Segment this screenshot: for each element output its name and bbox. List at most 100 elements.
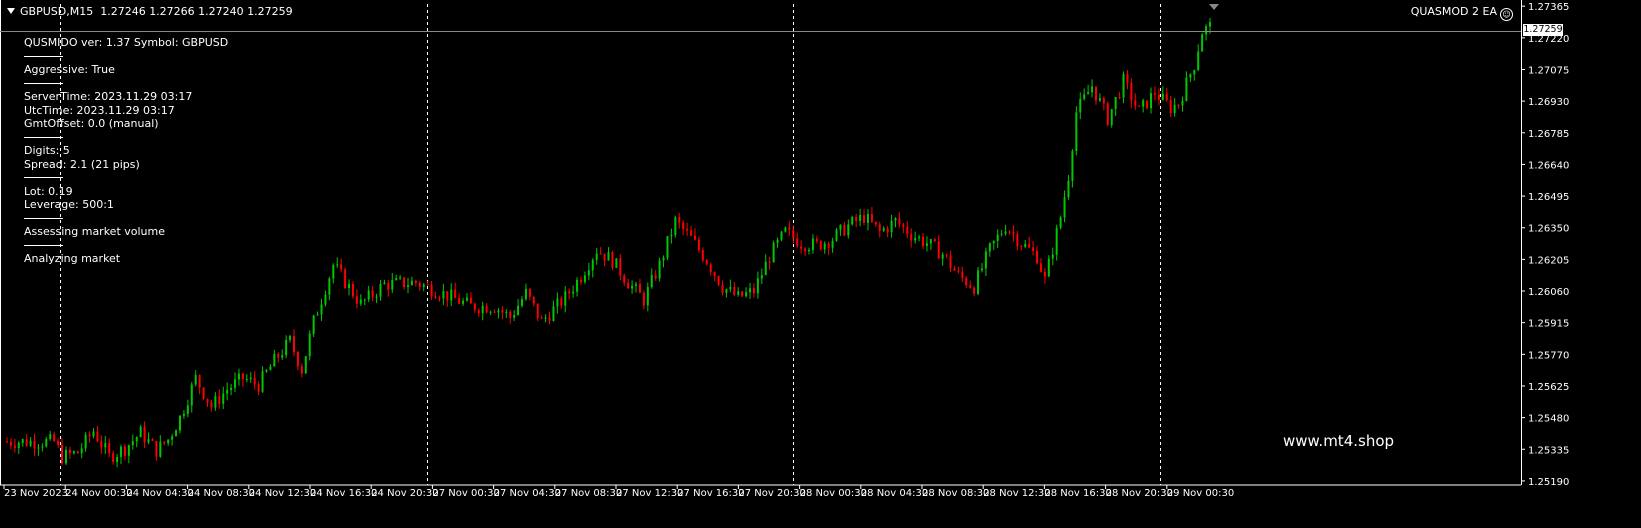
candle-body bbox=[945, 254, 948, 256]
candle-body bbox=[304, 356, 307, 374]
bull-candle bbox=[281, 349, 284, 360]
bear-candle bbox=[53, 431, 56, 443]
candle-body bbox=[1165, 93, 1168, 101]
bull-candle bbox=[808, 247, 810, 255]
bull-candle bbox=[190, 381, 193, 413]
axes: 1.273651.272201.270751.269301.267851.266… bbox=[0, 0, 1569, 499]
bear-candle bbox=[686, 222, 689, 237]
bear-candle bbox=[878, 221, 881, 238]
candle-body bbox=[477, 310, 480, 314]
candle-body bbox=[560, 298, 563, 306]
candle-body bbox=[568, 291, 571, 294]
bull-candle bbox=[1059, 215, 1062, 230]
bear-candle bbox=[1134, 93, 1137, 110]
bull-candle bbox=[918, 234, 921, 242]
time-tick-label: 24 Nov 00:30 bbox=[65, 488, 132, 499]
bear-candle bbox=[532, 296, 535, 307]
candle-body bbox=[1024, 243, 1027, 247]
candle-body bbox=[866, 214, 869, 223]
bull-candle bbox=[1000, 229, 1003, 237]
candle-body bbox=[112, 453, 115, 462]
candle-body bbox=[1197, 51, 1200, 71]
bull-candle bbox=[80, 443, 83, 459]
candle-body bbox=[273, 353, 276, 367]
bear-candle bbox=[886, 226, 889, 238]
candle-body bbox=[1094, 86, 1097, 101]
candle-body bbox=[210, 402, 213, 408]
bear-candle bbox=[108, 438, 111, 458]
bear-candle bbox=[371, 286, 374, 302]
smiley-icon[interactable]: ☺ bbox=[1500, 8, 1513, 21]
candle-body bbox=[1083, 94, 1086, 99]
bear-candle bbox=[1020, 245, 1023, 251]
bear-candle bbox=[815, 235, 818, 244]
bear-candle bbox=[961, 266, 964, 282]
candle-body bbox=[454, 289, 457, 298]
info-line: Aggressive: True bbox=[24, 63, 115, 76]
candle-body bbox=[894, 218, 897, 221]
candle-body bbox=[410, 280, 413, 286]
bull-candle bbox=[21, 438, 24, 447]
bear-candle bbox=[638, 278, 641, 293]
bear-candle bbox=[902, 222, 905, 234]
bear-candle bbox=[218, 389, 221, 409]
bear-candle bbox=[933, 237, 936, 243]
expert-advisor-label[interactable]: QUASMOD 2 EA ☺ bbox=[1411, 5, 1513, 21]
bear-candle bbox=[937, 235, 940, 259]
bull-candle bbox=[607, 247, 610, 261]
bull-candle bbox=[450, 283, 453, 307]
bear-candle bbox=[788, 221, 791, 236]
bull-candle bbox=[670, 228, 673, 244]
bear-candle bbox=[155, 440, 158, 461]
candle-body bbox=[1004, 231, 1007, 234]
candle-body bbox=[257, 384, 260, 392]
bull-candle bbox=[312, 314, 315, 337]
bear-candle bbox=[741, 290, 744, 298]
time-tick-label: 27 Nov 00:30 bbox=[432, 488, 499, 499]
bull-candle bbox=[1181, 96, 1184, 112]
bull-candle bbox=[222, 386, 225, 409]
bull-candle bbox=[1173, 97, 1176, 117]
chart-area[interactable]: 1.27365 1.27220 1.27075 1.26930 1.26785 1.266… bbox=[0, 0, 1641, 528]
bull-candle bbox=[159, 435, 162, 458]
candle-body bbox=[1157, 94, 1160, 100]
candle-body bbox=[784, 227, 787, 232]
candle-body bbox=[84, 434, 87, 449]
price-tick-label: 1.26930 bbox=[1528, 97, 1569, 108]
candle-body bbox=[1071, 151, 1074, 181]
dropdown-triangle-icon[interactable] bbox=[7, 8, 15, 14]
bear-candle bbox=[206, 398, 209, 408]
candle-body bbox=[906, 226, 909, 235]
bear-candle bbox=[693, 228, 696, 241]
candle-body bbox=[64, 449, 67, 464]
candle-body bbox=[76, 451, 79, 454]
candle-body bbox=[1138, 105, 1141, 107]
candle-body bbox=[375, 296, 378, 298]
bear-candle bbox=[123, 443, 126, 461]
candle-body bbox=[1126, 74, 1129, 83]
bull-candle bbox=[237, 368, 240, 386]
candle-body bbox=[572, 291, 575, 294]
candle-body bbox=[450, 289, 453, 301]
candle-body bbox=[1039, 263, 1042, 272]
bull-candle bbox=[182, 410, 185, 419]
candle-body bbox=[984, 251, 987, 269]
candle-body bbox=[1118, 97, 1121, 99]
candle-body bbox=[1047, 258, 1050, 277]
bull-candle bbox=[497, 307, 500, 319]
candlestick-chart: 1.273651.272201.270751.269301.267851.266… bbox=[0, 0, 1569, 499]
bear-candle bbox=[548, 311, 551, 325]
candle-body bbox=[544, 317, 547, 319]
symbol-header[interactable]: GBPUSD,M15 1.27246 1.27266 1.27240 1.272… bbox=[7, 5, 293, 18]
bear-candle bbox=[568, 288, 571, 300]
bear-candle bbox=[473, 302, 476, 313]
candle-body bbox=[929, 239, 932, 244]
bull-candle bbox=[1189, 73, 1192, 83]
candle-body bbox=[953, 268, 956, 271]
bull-candle bbox=[674, 215, 677, 238]
bear-candle bbox=[701, 247, 704, 263]
bull-candle bbox=[410, 276, 413, 286]
candle-body bbox=[1063, 197, 1066, 218]
candle-body bbox=[399, 277, 402, 279]
bear-candle bbox=[253, 371, 256, 390]
